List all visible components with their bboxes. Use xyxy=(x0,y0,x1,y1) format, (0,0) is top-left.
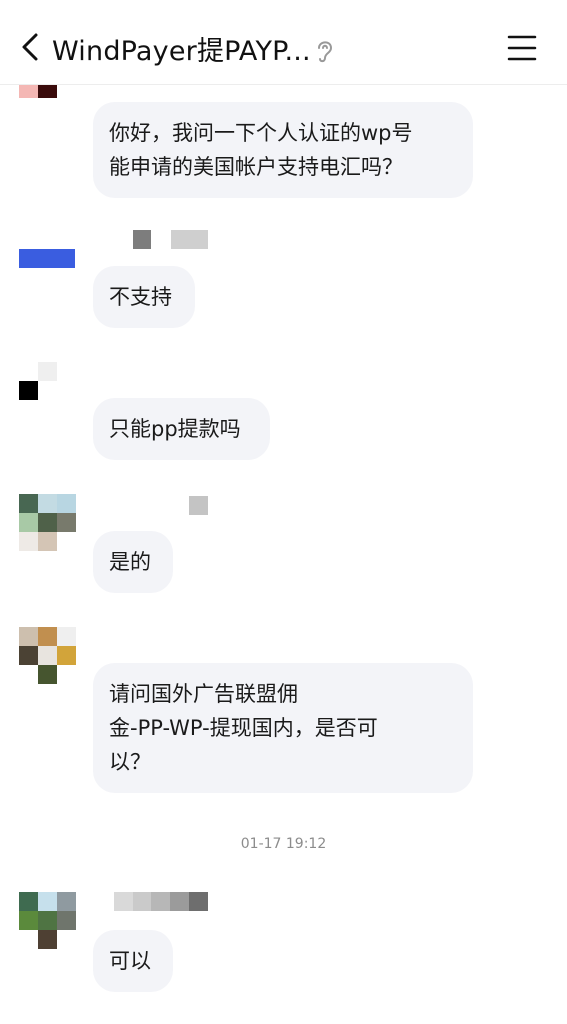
avatar[interactable] xyxy=(19,892,76,949)
sender-name xyxy=(189,892,208,911)
sender-name xyxy=(133,230,151,249)
message-text-line: 能申请的美国帐户支持电汇吗？ xyxy=(109,155,403,179)
message-text-line: 只能pp提款吗 xyxy=(109,417,241,441)
message-text-line: 不支持 xyxy=(109,285,172,309)
message-text-line: 你好，我问一下个人认证的wp号 xyxy=(109,121,413,145)
sender-name xyxy=(171,230,208,249)
sender-name xyxy=(114,892,133,911)
hamburger-menu-icon[interactable] xyxy=(506,34,538,62)
message-timestamp: 01-17 19:12 xyxy=(240,836,327,852)
sender-name xyxy=(189,496,208,515)
sender-name xyxy=(133,892,151,911)
avatar[interactable] xyxy=(19,230,75,286)
message-bubble[interactable]: 请问国外广告联盟佣 金-PP-WP-提现国内，是否可 以？ xyxy=(93,663,473,793)
message-text-line: 是的 xyxy=(109,550,151,574)
message-bubble[interactable]: 是的 xyxy=(93,531,173,593)
message-text-line: 金-PP-WP-提现国内，是否可 xyxy=(109,716,378,740)
sender-name xyxy=(170,892,189,911)
avatar[interactable] xyxy=(19,627,76,684)
chat-header: WindPayer提PAYP... xyxy=(0,0,567,85)
message-text-line: 可以 xyxy=(109,949,151,973)
message-text-line: 以？ xyxy=(109,750,151,774)
message-bubble[interactable]: 可以 xyxy=(93,930,173,992)
chevron-left-icon[interactable] xyxy=(14,30,48,64)
message-bubble[interactable]: 只能pp提款吗 xyxy=(93,398,270,460)
sender-name xyxy=(151,892,170,911)
message-bubble[interactable]: 你好，我问一下个人认证的wp号 能申请的美国帐户支持电汇吗？ xyxy=(93,102,473,198)
avatar[interactable] xyxy=(19,362,75,418)
chat-title[interactable]: WindPayer提PAYP... xyxy=(52,29,311,68)
message-bubble[interactable]: 不支持 xyxy=(93,266,195,328)
message-text-line: 请问国外广告联盟佣 xyxy=(109,682,298,706)
ear-icon xyxy=(318,41,333,63)
avatar[interactable] xyxy=(19,494,76,551)
